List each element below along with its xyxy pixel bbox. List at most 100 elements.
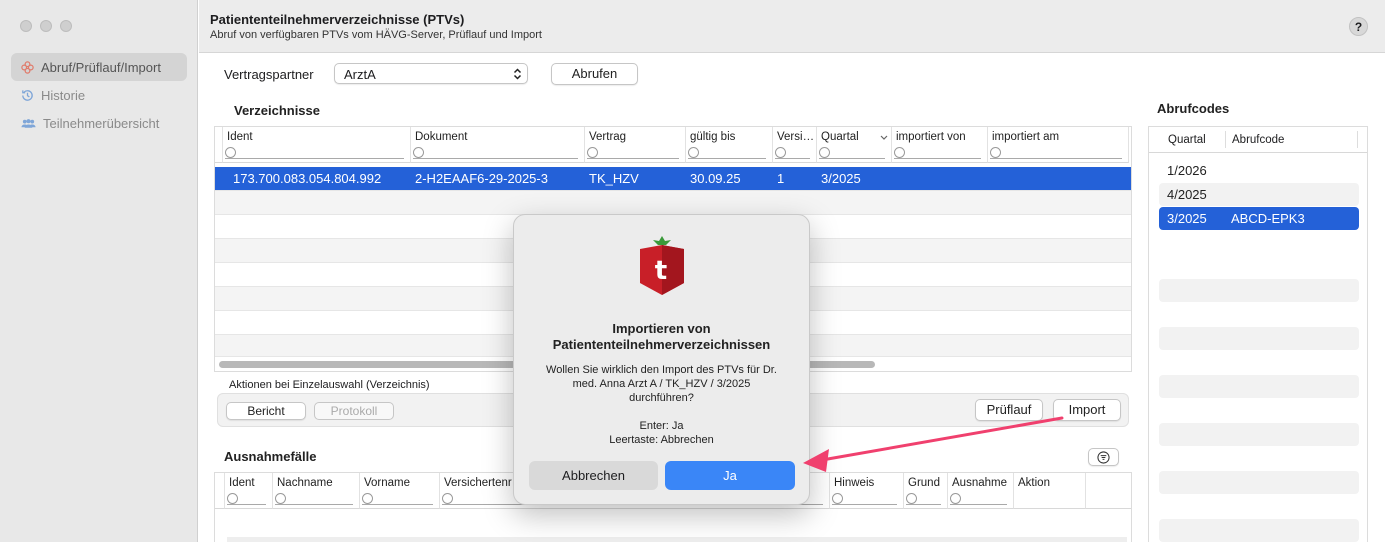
- column-header-aktion[interactable]: Aktion: [1014, 473, 1086, 509]
- sidebar-item-teilnehmer[interactable]: Teilnehmerübersicht: [11, 109, 187, 137]
- column-header-quartal[interactable]: Quartal: [1168, 134, 1206, 146]
- column-label: Grund: [908, 477, 940, 489]
- window-minimize-button[interactable]: [40, 20, 52, 32]
- filter-button[interactable]: [1088, 448, 1119, 466]
- cell-gueltig: 30.09.25: [690, 171, 741, 186]
- cell-quartal: 3/2025: [1167, 211, 1207, 226]
- column-header-nachname[interactable]: Nachname: [273, 473, 360, 509]
- column-label: gültig bis: [690, 131, 736, 143]
- column-spacer: [1086, 473, 1131, 509]
- column-spacer: [215, 473, 225, 509]
- dialog-message-line1: Wollen Sie wirklich den Import des PTVs …: [546, 364, 777, 376]
- check-button[interactable]: Prüflauf: [975, 399, 1043, 421]
- help-button[interactable]: ?: [1349, 17, 1368, 36]
- column-filter[interactable]: [775, 147, 810, 159]
- column-label: Quartal: [821, 131, 859, 143]
- column-header-vertrag[interactable]: Vertrag: [585, 127, 686, 163]
- page-subtitle: Abruf von verfügbaren PTVs vom HÄVG-Serv…: [210, 29, 542, 41]
- protocol-button[interactable]: Protokoll: [314, 402, 394, 420]
- report-button[interactable]: Bericht: [226, 402, 306, 420]
- chevron-updown-icon: [513, 68, 522, 80]
- column-header-importiert-am[interactable]: importiert am: [988, 127, 1129, 163]
- dialog-title-line2: Patiententeilnehmerverzeichnissen: [552, 337, 771, 352]
- list-item[interactable]: 4/2025: [1159, 183, 1359, 206]
- cell-version: 1: [777, 171, 785, 186]
- column-header-grund[interactable]: Grund: [904, 473, 948, 509]
- confirm-button[interactable]: Ja: [665, 461, 795, 490]
- column-header-vorname[interactable]: Vorname: [360, 473, 440, 509]
- column-label: Dokument: [415, 131, 468, 143]
- column-header-abrufcode[interactable]: Abrufcode: [1232, 134, 1284, 146]
- column-label: Versichertenr: [444, 477, 512, 489]
- list-item: [1159, 423, 1359, 446]
- flower-icon: [21, 60, 34, 74]
- sidebar-item-label: Teilnehmerübersicht: [43, 115, 160, 131]
- import-confirm-dialog: t Importieren von Patiententeilnehmerver…: [513, 214, 810, 505]
- app-logo-icon: t: [640, 236, 684, 295]
- column-divider: [1357, 131, 1358, 148]
- column-header-importiert-von[interactable]: importiert von: [892, 127, 988, 163]
- column-filter[interactable]: [587, 147, 679, 159]
- actions-title: Aktionen bei Einzelauswahl (Verzeichnis): [229, 379, 430, 391]
- page-header: Patiententeilnehmerverzeichnisse (PTVs) …: [199, 0, 1385, 53]
- column-divider: [1225, 131, 1226, 148]
- column-filter[interactable]: [894, 147, 981, 159]
- column-filter[interactable]: [225, 147, 404, 159]
- page-title: Patiententeilnehmerverzeichnisse (PTVs): [210, 12, 465, 27]
- cell-quartal: 1/2026: [1167, 163, 1207, 178]
- column-label: importiert am: [992, 131, 1060, 143]
- column-filter[interactable]: [413, 147, 578, 159]
- column-header-ausnahme[interactable]: Ausnahme: [948, 473, 1014, 509]
- column-header-dokument[interactable]: Dokument: [411, 127, 585, 163]
- table-row: [227, 537, 1127, 542]
- list-item: [1159, 471, 1359, 494]
- abrufcodes-table[interactable]: Quartal Abrufcode 1/2026 4/2025 3/2025 AB…: [1148, 126, 1368, 542]
- list-item[interactable]: 1/2026: [1159, 159, 1359, 182]
- cell-vertrag: TK_HZV: [589, 171, 639, 186]
- people-icon: [21, 118, 36, 128]
- list-item: [1159, 375, 1359, 398]
- column-filter[interactable]: [275, 493, 353, 505]
- verzeichnisse-title: Verzeichnisse: [234, 103, 320, 118]
- column-header-quartal[interactable]: Quartal: [817, 127, 892, 163]
- import-button[interactable]: Import: [1053, 399, 1121, 421]
- column-filter[interactable]: [832, 493, 897, 505]
- column-spacer: [215, 127, 223, 163]
- window-zoom-button[interactable]: [60, 20, 72, 32]
- column-header-gueltig[interactable]: gültig bis: [686, 127, 773, 163]
- column-filter[interactable]: [688, 147, 766, 159]
- logo-letter: t: [655, 256, 667, 286]
- sidebar-item-abruf[interactable]: Abruf/Prüflauf/Import: [11, 53, 187, 81]
- partner-select[interactable]: ArztA: [334, 63, 528, 84]
- filter-icon: [1097, 451, 1110, 464]
- partner-select-value: ArztA: [344, 67, 376, 82]
- column-filter[interactable]: [906, 493, 941, 505]
- column-filter[interactable]: [990, 147, 1122, 159]
- column-label: Vorname: [364, 477, 411, 489]
- column-filter[interactable]: [362, 493, 433, 505]
- history-icon: [22, 89, 33, 101]
- column-header-hinweis[interactable]: Hinweis: [830, 473, 904, 509]
- list-item: [1159, 519, 1359, 542]
- dialog-title-line1: Importieren von: [612, 321, 711, 336]
- column-filter[interactable]: [950, 493, 1007, 505]
- list-item[interactable]: 3/2025 ABCD-EPK3: [1159, 207, 1359, 230]
- table-row[interactable]: 173.700.083.054.804.992 2-H2EAAF6-29-202…: [215, 167, 1131, 191]
- column-filter[interactable]: [819, 147, 885, 159]
- window-close-button[interactable]: [20, 20, 32, 32]
- fetch-button[interactable]: Abrufen: [551, 63, 638, 85]
- dialog-message-line2: med. Anna Arzt A / TK_HZV / 3/2025: [572, 378, 751, 390]
- dialog-hint-enter: Enter: Ja: [639, 420, 684, 432]
- column-header-ident[interactable]: Ident: [225, 473, 273, 509]
- sidebar-item-historie[interactable]: Historie: [11, 81, 187, 109]
- sidebar-item-label: Abruf/Prüflauf/Import: [41, 59, 161, 75]
- column-filter[interactable]: [227, 493, 266, 505]
- dialog-hint-space: Leertaste: Abbrechen: [609, 434, 714, 446]
- cell-quartal: 3/2025: [821, 171, 861, 186]
- column-label: Hinweis: [834, 477, 875, 489]
- abrufcodes-header: Quartal Abrufcode: [1149, 127, 1367, 153]
- column-header-version[interactable]: Versi…: [773, 127, 817, 163]
- column-header-ident[interactable]: Ident: [223, 127, 411, 163]
- cancel-button[interactable]: Abbrechen: [529, 461, 658, 490]
- column-label: Vertrag: [589, 131, 627, 143]
